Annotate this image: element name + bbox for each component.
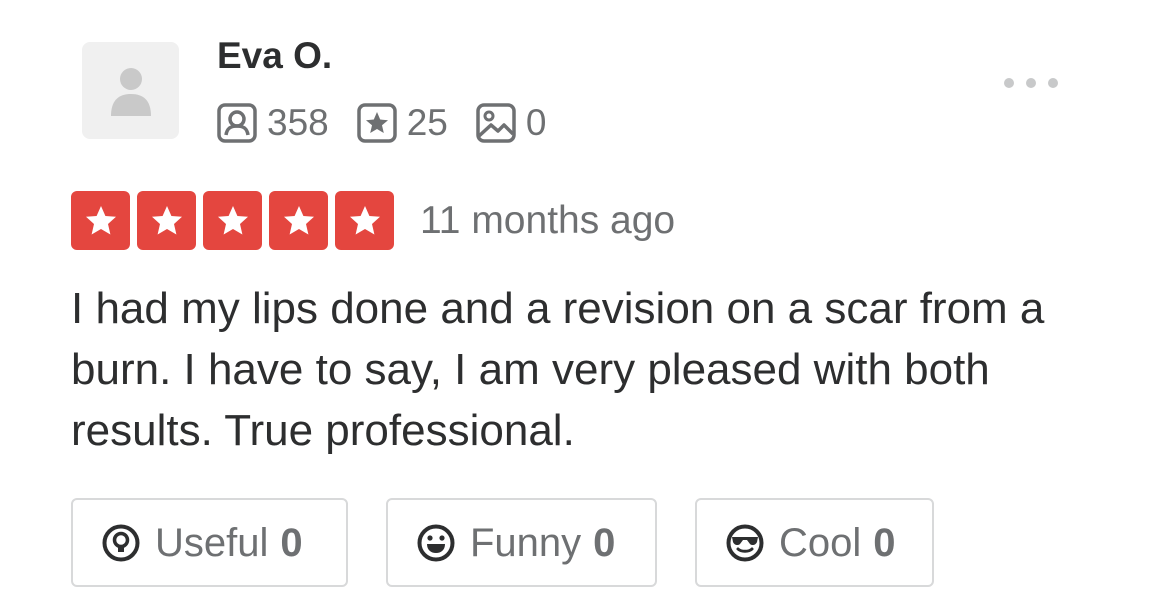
smiley-icon: [417, 524, 455, 561]
rating-star-box: [269, 191, 328, 250]
rating-star-box: [203, 191, 262, 250]
more-options-icon[interactable]: [998, 68, 1064, 98]
funny-count: 0: [593, 520, 616, 565]
star-icon: [349, 205, 380, 234]
cool-count: 0: [873, 520, 896, 565]
rating-star-box: [137, 191, 196, 250]
person-silhouette-icon: [110, 67, 151, 116]
more-dot: [1004, 78, 1014, 88]
star-icon: [283, 205, 314, 234]
funny-label: Funny: [470, 520, 582, 565]
rating-star-box: [335, 191, 394, 250]
stat-photos: 0: [476, 101, 547, 145]
reaction-buttons: Useful 0 Funny 0 Cool 0: [71, 498, 934, 587]
review-card: Eva O. 358 25 0 11 months ago I had my l…: [0, 0, 1169, 612]
review-text: I had my lips done and a revision on a s…: [71, 284, 1045, 455]
star-icon: [217, 205, 248, 234]
star-rating: [71, 191, 394, 250]
star-icon: [85, 205, 116, 234]
photos-icon: [476, 103, 516, 143]
user-stats: 358 25 0: [217, 98, 546, 148]
funny-button[interactable]: Funny 0: [386, 498, 657, 587]
review-timestamp: 11 months ago: [420, 199, 676, 242]
useful-label: Useful: [155, 520, 269, 565]
friends-icon: [217, 103, 257, 143]
stat-friends: 358: [217, 101, 329, 145]
star-icon: [151, 205, 182, 234]
reviews-count: 25: [406, 102, 448, 143]
useful-button[interactable]: Useful 0: [71, 498, 348, 587]
avatar[interactable]: [82, 42, 179, 139]
rating-star-box: [71, 191, 130, 250]
stat-reviews: 25: [356, 101, 448, 145]
more-dot: [1048, 78, 1058, 88]
reviews-star-icon: [356, 103, 397, 143]
sunglasses-icon: [726, 524, 764, 561]
user-name[interactable]: Eva O.: [217, 34, 332, 78]
more-dot: [1026, 78, 1036, 88]
lightbulb-icon: [102, 524, 140, 561]
useful-count: 0: [280, 520, 303, 565]
cool-button[interactable]: Cool 0: [695, 498, 934, 587]
photos-count: 0: [525, 102, 547, 143]
friends-count: 358: [267, 102, 329, 143]
cool-label: Cool: [779, 520, 862, 565]
